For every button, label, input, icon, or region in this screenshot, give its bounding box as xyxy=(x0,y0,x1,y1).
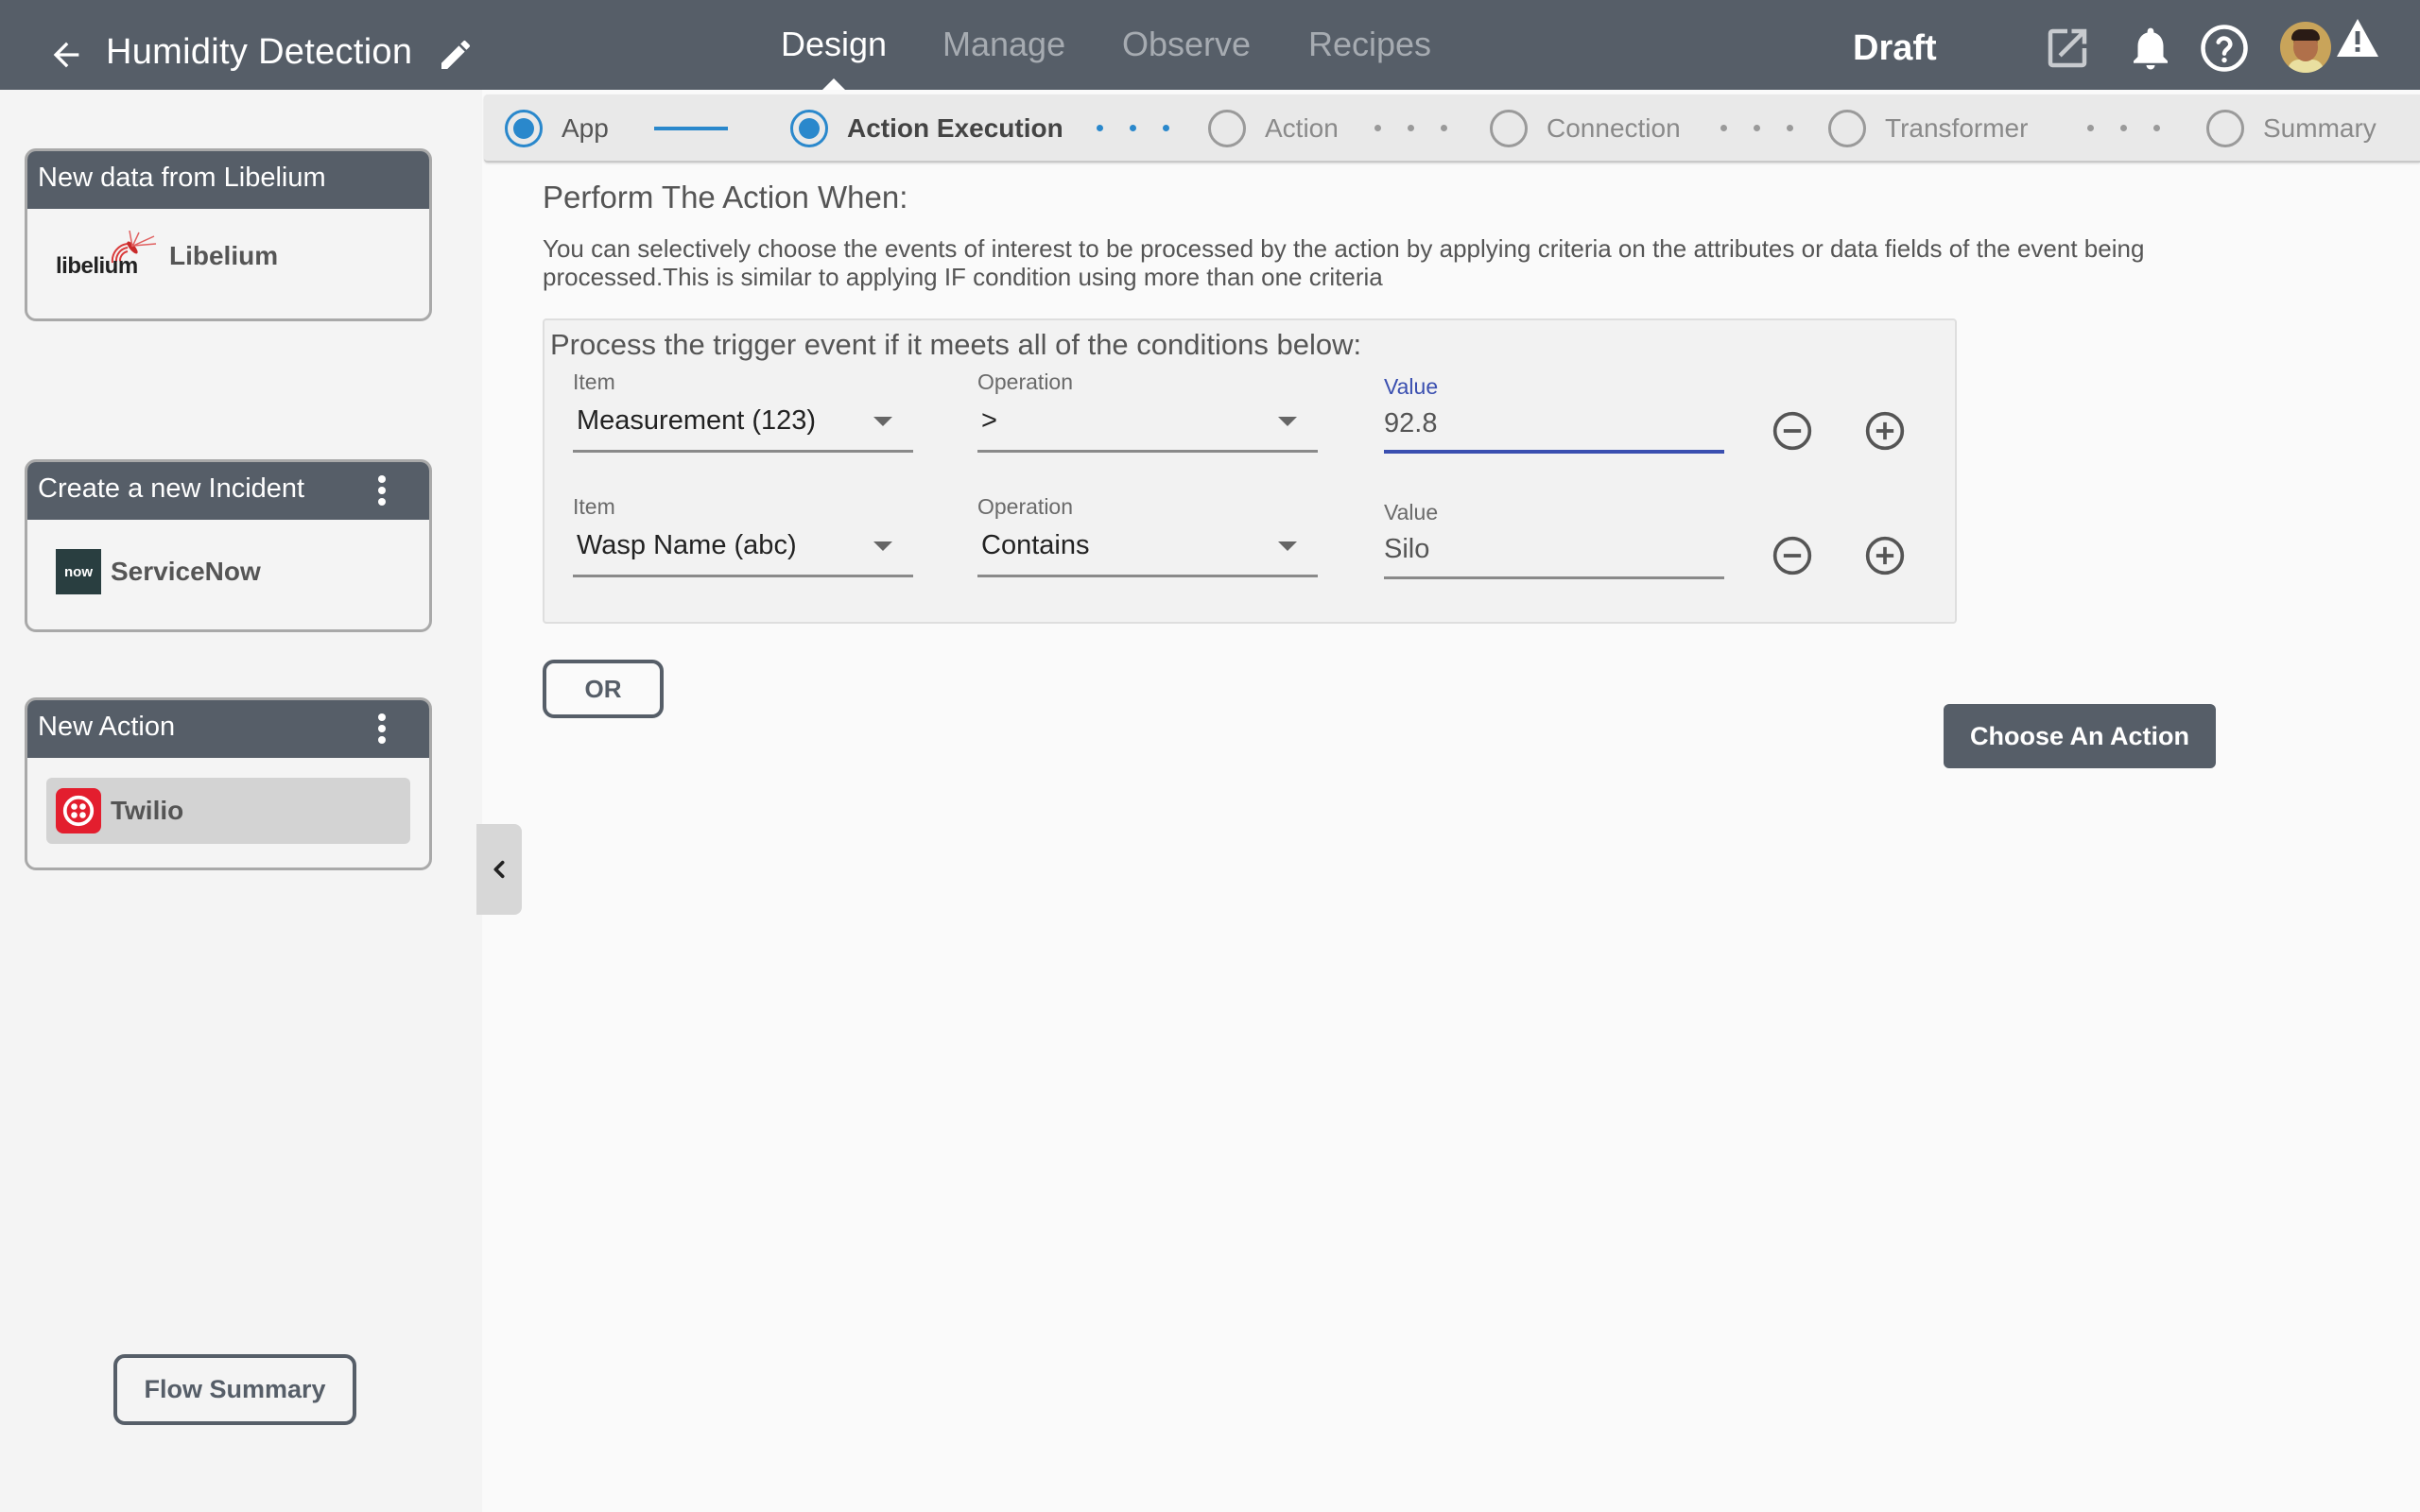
step-action-execution[interactable]: Action Execution xyxy=(790,110,1063,147)
step-summary[interactable]: Summary xyxy=(2206,110,2377,147)
value-input[interactable]: Value xyxy=(1384,374,1724,454)
card-header: New data from Libelium xyxy=(27,151,429,209)
app-libelium[interactable]: libelium Libelium xyxy=(56,231,278,282)
step-connection[interactable]: Connection xyxy=(1490,110,1681,147)
status-badge: Draft xyxy=(1853,28,1937,68)
active-tab-indicator xyxy=(822,78,845,90)
dropdown-arrow-icon xyxy=(873,541,892,551)
item-select[interactable]: Item Wasp Name (abc) xyxy=(573,494,913,577)
more-vertical-icon[interactable] xyxy=(377,475,387,506)
item-select[interactable]: Item Measurement (123) xyxy=(573,369,913,453)
step-current-icon xyxy=(790,110,828,147)
app-servicenow[interactable]: now ServiceNow xyxy=(56,549,261,594)
step-action[interactable]: Action xyxy=(1208,110,1339,147)
select-value: Measurement (123) xyxy=(577,405,817,436)
step-connector xyxy=(1720,125,1793,131)
page-title: Perform The Action When: xyxy=(543,180,908,215)
tab-observe[interactable]: Observe xyxy=(1122,25,1251,64)
operation-select[interactable]: Operation > xyxy=(977,369,1318,453)
collapse-sidebar-button[interactable] xyxy=(476,824,522,915)
dropdown-arrow-icon xyxy=(873,417,892,426)
add-condition-icon[interactable] xyxy=(1864,410,1906,452)
bell-icon[interactable] xyxy=(2125,23,2176,74)
tab-design[interactable]: Design xyxy=(781,25,887,64)
servicenow-logo-icon: now xyxy=(56,549,101,594)
conditions-heading: Process the trigger event if it meets al… xyxy=(550,328,1362,361)
warning-icon[interactable] xyxy=(2335,17,2380,59)
field-label: Item xyxy=(573,494,615,519)
open-external-icon[interactable] xyxy=(2042,23,2093,74)
app-name: Twilio xyxy=(111,796,184,825)
step-pending-icon xyxy=(2206,110,2244,147)
add-condition-icon[interactable] xyxy=(1864,535,1906,576)
field-label: Operation xyxy=(977,369,1074,394)
avatar[interactable] xyxy=(2280,22,2331,73)
step-label: Transformer xyxy=(1885,113,2029,143)
select-value: > xyxy=(981,405,997,436)
tab-recipes[interactable]: Recipes xyxy=(1308,25,1431,64)
operation-select[interactable]: Operation Contains xyxy=(977,494,1318,577)
remove-condition-icon[interactable] xyxy=(1772,410,1813,452)
pencil-icon[interactable] xyxy=(437,36,475,74)
step-transformer[interactable]: Transformer xyxy=(1828,110,2028,147)
tab-manage[interactable]: Manage xyxy=(942,25,1065,64)
step-pending-icon xyxy=(1828,110,1866,147)
step-connector xyxy=(654,127,728,130)
flow-summary-button[interactable]: Flow Summary xyxy=(113,1354,356,1425)
step-label: Action Execution xyxy=(847,113,1063,143)
value-input[interactable]: Value xyxy=(1384,500,1724,579)
card-header: New Action xyxy=(27,700,429,758)
more-vertical-icon[interactable] xyxy=(377,713,387,744)
step-complete-icon xyxy=(505,110,543,147)
or-button[interactable]: OR xyxy=(543,660,664,718)
libelium-logo-icon: libelium xyxy=(56,231,160,282)
flow-sidebar: New data from Libelium libelium Libelium… xyxy=(0,90,482,1512)
dropdown-arrow-icon xyxy=(1278,417,1297,426)
trigger-card[interactable]: New data from Libelium libelium Libelium xyxy=(25,148,432,321)
action-card-servicenow[interactable]: Create a new Incident now ServiceNow xyxy=(25,459,432,632)
field-label: Value xyxy=(1384,374,1439,399)
step-label: App xyxy=(562,113,609,143)
top-header: Humidity Detection Design Manage Observe… xyxy=(0,0,2420,90)
select-value: Contains xyxy=(981,530,1090,560)
conditions-panel: Process the trigger event if it meets al… xyxy=(543,318,1957,624)
app-name: ServiceNow xyxy=(111,557,261,586)
back-arrow-icon[interactable] xyxy=(47,36,85,74)
card-title: Create a new Incident xyxy=(38,473,305,504)
value-input-field[interactable] xyxy=(1384,528,1724,570)
choose-action-button[interactable]: Choose An Action xyxy=(1944,704,2216,768)
chevron-left-icon xyxy=(493,860,505,879)
step-connector xyxy=(1374,125,1447,131)
action-card-new[interactable]: New Action Twilio xyxy=(25,697,432,870)
step-pending-icon xyxy=(1490,110,1528,147)
app-twilio[interactable]: Twilio xyxy=(46,778,410,844)
remove-condition-icon[interactable] xyxy=(1772,535,1813,576)
step-label: Connection xyxy=(1547,113,1681,143)
step-label: Action xyxy=(1265,113,1339,143)
help-icon[interactable] xyxy=(2199,23,2250,74)
dropdown-arrow-icon xyxy=(1278,541,1297,551)
field-label: Value xyxy=(1384,500,1439,524)
step-connector xyxy=(2087,125,2160,131)
app-name: Libelium xyxy=(169,241,279,270)
select-value: Wasp Name (abc) xyxy=(577,530,797,560)
field-label: Item xyxy=(573,369,615,394)
value-input-field[interactable] xyxy=(1384,403,1724,444)
step-app[interactable]: App xyxy=(505,110,609,147)
step-label: Summary xyxy=(2263,113,2377,143)
step-connector xyxy=(1097,125,1169,131)
page-description: You can selectively choose the events of… xyxy=(543,234,2145,291)
card-header: Create a new Incident xyxy=(27,462,429,520)
twilio-logo-icon xyxy=(56,788,101,833)
step-pending-icon xyxy=(1208,110,1246,147)
card-title: New Action xyxy=(38,712,176,742)
logo-text: libelium xyxy=(56,253,138,279)
flow-title: Humidity Detection xyxy=(106,32,413,72)
card-title: New data from Libelium xyxy=(38,163,326,193)
field-label: Operation xyxy=(977,494,1074,519)
wizard-stepper: App Action Execution Action Connection T… xyxy=(484,94,2420,163)
